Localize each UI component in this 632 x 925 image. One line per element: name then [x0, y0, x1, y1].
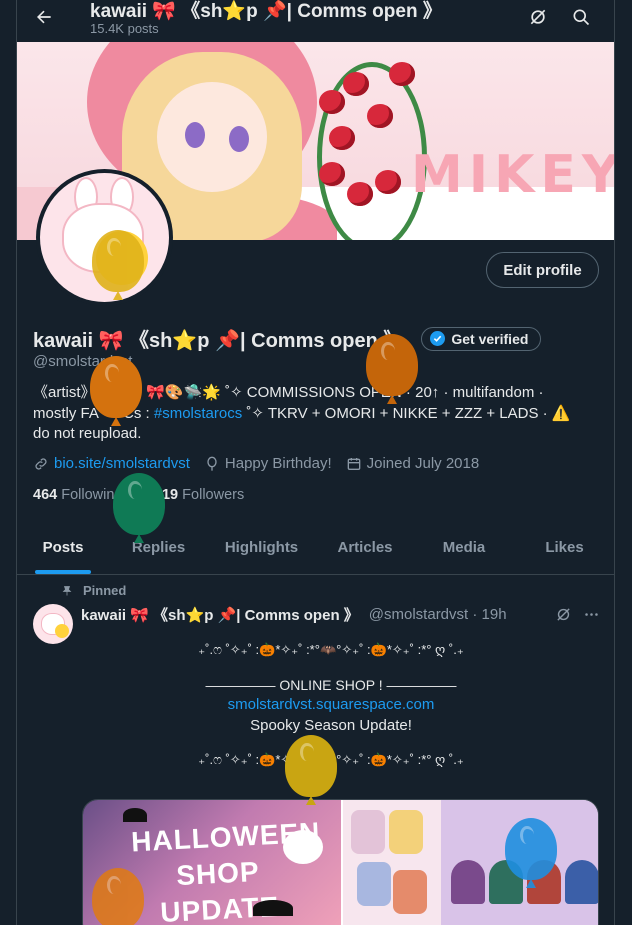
tweet-avatar[interactable] [33, 604, 73, 644]
profile-website-link[interactable]: bio.site/smolstardvst [54, 455, 190, 472]
name-row: kawaii 🎀 《sh⭐p 📌| Comms open 》 Get verif… [33, 324, 542, 353]
birthday-balloon [90, 356, 142, 426]
following-link[interactable]: 464 Following [33, 487, 122, 503]
grok-explain-button[interactable] [553, 604, 573, 624]
header-post-count: 15.4K posts [90, 21, 159, 36]
more-icon [584, 612, 598, 616]
grok-button[interactable] [525, 4, 551, 30]
banner-text: MIKEY [411, 145, 615, 205]
birthday-balloon [113, 473, 165, 543]
edit-profile-button[interactable]: Edit profile [486, 252, 599, 288]
tweet-line-2: ————— ONLINE SHOP ! ————— [205, 676, 457, 693]
active-tab-indicator [35, 570, 91, 574]
tab-media[interactable]: Media [415, 521, 513, 574]
profile-meta: bio.site/smolstardvst Happy Birthday! Jo… [33, 455, 493, 472]
header-title: kawaii 🎀 《sh⭐p 📌| Comms open 》 [90, 1, 442, 22]
link-icon [35, 457, 47, 470]
tweet-line-4: Spooky Season Update! [250, 716, 412, 734]
pin-icon [62, 585, 72, 595]
profile-tabs: Posts Replies Highlights Articles Media … [17, 521, 614, 575]
grok-icon [556, 607, 570, 621]
search-icon [573, 9, 590, 26]
tab-posts[interactable]: Posts [17, 521, 109, 574]
hashtag-link[interactable]: #smolstarocs [154, 405, 242, 422]
tab-likes[interactable]: Likes [513, 521, 614, 574]
get-verified-label: Get verified [451, 330, 529, 347]
tab-highlights[interactable]: Highlights [208, 521, 315, 574]
tweet-line-1: ₊˚.ෆ ˚✧₊˚ :🎃*✧₊˚ :*°🦇°✧₊˚ :🎃*✧₊˚ :*° ღ ˚… [198, 642, 464, 657]
top-bar: kawaii 🎀 《sh⭐p 📌| Comms open 》 15.4K pos… [17, 0, 614, 42]
back-button[interactable] [29, 2, 59, 32]
search-button[interactable] [568, 4, 594, 30]
birthday-balloon [285, 735, 337, 805]
birthday-balloon [505, 818, 557, 888]
tweet-header: kawaii 🎀 《sh⭐p 📌| Comms open 》 @smolstar… [81, 604, 507, 625]
display-name: kawaii 🎀 《sh⭐p 📌| Comms open 》 [33, 330, 404, 352]
birthday-text: Happy Birthday! [224, 455, 332, 472]
pinned-indicator: Pinned [61, 583, 126, 598]
tweet-handle-time[interactable]: @smolstardvst · 19h [369, 606, 507, 623]
tab-articles[interactable]: Articles [315, 521, 415, 574]
birthday-balloon [366, 334, 418, 404]
verified-badge-icon [430, 331, 446, 346]
balloon-icon [207, 456, 217, 471]
birthday-balloon [92, 230, 144, 300]
tweet-more-button[interactable] [581, 604, 601, 624]
calendar-icon [347, 457, 360, 470]
back-arrow-icon [37, 10, 51, 24]
tweet-author-name[interactable]: kawaii 🎀 《sh⭐p 📌| Comms open 》 [81, 604, 359, 625]
bio-line-3: do not reupload. [33, 425, 142, 442]
get-verified-button[interactable]: Get verified [421, 326, 542, 351]
joined-date: Joined July 2018 [366, 455, 480, 472]
shop-link[interactable]: smolstardvst.squarespace.com [81, 695, 581, 716]
grok-icon [530, 9, 546, 25]
birthday-balloon [92, 868, 144, 925]
media-image-merch[interactable] [341, 800, 598, 925]
